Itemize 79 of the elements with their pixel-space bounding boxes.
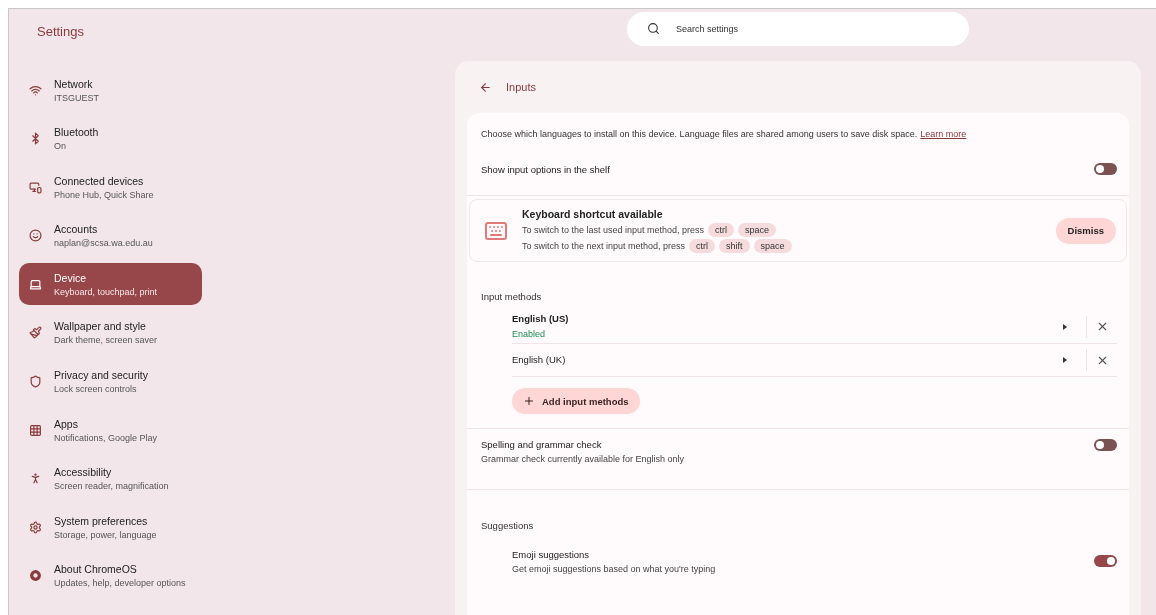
caret-icon[interactable]	[1062, 322, 1068, 331]
sidebar-item-subtitle: ITSGUEST	[54, 92, 99, 103]
sidebar-item-subtitle: Dark theme, screen saver	[54, 335, 158, 346]
gear-icon	[29, 520, 42, 534]
sidebar-item-subtitle: Updates, help, developer options	[54, 578, 186, 589]
key-chip: ctrl	[708, 223, 735, 237]
sidebar-item-subtitle: Lock screen controls	[54, 384, 138, 395]
section-heading: Input methods	[481, 291, 542, 302]
sidebar-item-title: Connected devices	[54, 174, 145, 187]
dismiss-button[interactable]: Dismiss	[1055, 217, 1116, 244]
account-icon	[29, 229, 42, 243]
sidebar-item-title: Wallpaper and style	[54, 320, 147, 333]
grid-icon	[29, 423, 42, 437]
input-method-name: English (UK)	[512, 354, 567, 365]
sidebar-item[interactable]: System preferences Storage, power, language	[19, 506, 202, 549]
sidebar-item[interactable]: Connected devices Phone Hub, Quick Share	[19, 166, 202, 209]
plus-icon	[523, 395, 535, 407]
sidebar-item[interactable]: Privacy and security Lock screen controls	[19, 360, 202, 403]
sidebar-item[interactable]: Network ITSGUEST	[19, 69, 202, 111]
key-chip: ctrl	[689, 239, 716, 253]
learn-more-link[interactable]: Learn more	[920, 129, 967, 139]
wifi-icon	[29, 83, 42, 97]
laptop-icon	[29, 277, 42, 291]
accessibility-icon	[29, 472, 42, 486]
toggle-switch[interactable]	[1094, 439, 1117, 451]
setting-label: Emoji suggestions	[512, 548, 591, 560]
sidebar-item[interactable]: Wallpaper and style Dark theme, screen saver	[19, 311, 202, 354]
toggle-switch[interactable]	[1094, 555, 1117, 567]
sidebar-item-title: Bluetooth	[54, 126, 99, 139]
bluetooth-icon	[29, 132, 42, 146]
sidebar-item-title: About ChromeOS	[54, 563, 138, 576]
sidebar-item[interactable]: Apps Notifications, Google Play	[19, 409, 202, 452]
status-text: Enabled	[512, 329, 547, 339]
toggle-switch[interactable]	[1094, 163, 1117, 175]
intro-text: Choose which languages to install on this device. Language files are shared among users to save disk space. Learn more	[480, 128, 968, 139]
sidebar-item[interactable]: Accounts naplan@scsa.wa.edu.au	[19, 214, 202, 257]
sidebar-item-subtitle: Notifications, Google Play	[54, 432, 158, 443]
input-method-row[interactable]: English (UK)	[512, 344, 1117, 377]
sidebar-item-subtitle: On	[54, 141, 67, 152]
setting-description: Grammar check currently available for English only	[481, 454, 685, 464]
sidebar-item-title: Accounts	[54, 223, 99, 236]
back-arrow-icon[interactable]	[479, 80, 492, 94]
app-title: Settings	[37, 24, 84, 39]
shortcut-text: To switch to the next input method, press	[522, 241, 686, 251]
add-input-methods-button[interactable]: Add input methods	[512, 388, 640, 414]
sidebar-item[interactable]: Device Keyboard, touchpad, print	[19, 263, 202, 306]
input-method-row[interactable]: English (US) Enabled	[512, 310, 1117, 344]
setting-label: Spelling and grammar check	[481, 439, 603, 450]
sidebar-item-title: Network	[54, 77, 94, 90]
key-chip: space	[738, 223, 777, 237]
sidebar-item-title: Device	[54, 271, 88, 284]
sidebar-item-title: Apps	[54, 417, 79, 430]
caret-icon[interactable]	[1062, 356, 1068, 364]
sidebar-item-subtitle: Storage, power, language	[54, 529, 157, 540]
devices-icon	[29, 180, 42, 194]
sidebar-item[interactable]: Accessibility Screen reader, magnification	[19, 457, 202, 500]
shield-icon	[29, 375, 42, 389]
sidebar-item[interactable]: About ChromeOS Updates, help, developer options	[19, 554, 202, 597]
setting-label: Show input options in the shelf	[481, 163, 610, 175]
section-heading: Suggestions	[481, 520, 534, 531]
shortcut-text: To switch to the last used input method, press	[522, 225, 705, 235]
setting-description: Get emoji suggestions based on what you're typing	[512, 563, 716, 574]
browser-logo-icon	[29, 569, 42, 583]
key-chip: space	[753, 239, 792, 253]
search-field[interactable]: Search settings	[627, 12, 969, 46]
paintbrush-icon	[29, 326, 42, 340]
key-chip: shift	[719, 239, 750, 253]
page-title: Inputs	[506, 81, 536, 93]
input-method-name: English (US)	[512, 313, 570, 324]
search-icon	[647, 22, 660, 35]
sidebar-item-subtitle: Phone Hub, Quick Share	[54, 189, 154, 200]
sidebar-item[interactable]: Bluetooth On	[19, 117, 202, 160]
sidebar-item-title: System preferences	[54, 514, 149, 527]
sidebar-item-subtitle: Screen reader, magnification	[54, 481, 169, 492]
sidebar-item-subtitle: Keyboard, touchpad, print	[54, 286, 158, 297]
sidebar-item-title: Accessibility	[54, 466, 113, 479]
card-title: Keyboard shortcut available	[522, 208, 664, 220]
sidebar-item-subtitle: naplan@scsa.wa.edu.au	[54, 238, 153, 249]
sidebar-item-title: Privacy and security	[54, 369, 148, 382]
